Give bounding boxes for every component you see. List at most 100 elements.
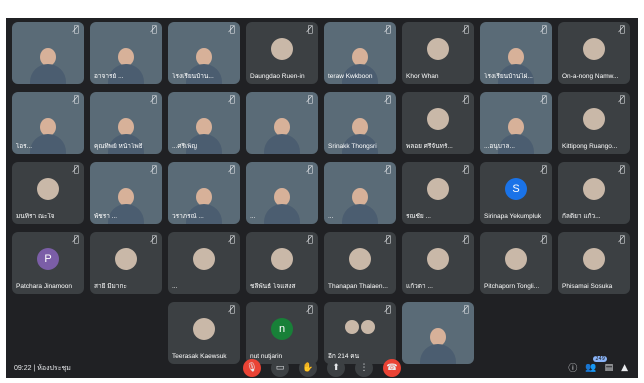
participant-tile[interactable]: 🎙̸ teraw Kwkboon	[324, 22, 396, 84]
mic-off-icon: 🎙̸	[385, 235, 391, 245]
people-icon[interactable]: 👥 249	[585, 355, 607, 373]
mic-off-icon: 🎙̸	[385, 165, 391, 175]
participant-name: Pitchaporn Tongli...	[484, 283, 540, 290]
mic-off-icon: 🎙̸	[307, 25, 313, 35]
participant-name: ...	[172, 283, 178, 290]
avatar	[583, 108, 605, 131]
end-call-icon[interactable]: ☎	[383, 359, 401, 377]
participant-tile[interactable]: 🎙̸ Teerasak Kaewsuk	[168, 302, 240, 364]
participant-name: ไอร...	[16, 143, 33, 150]
participant-tile[interactable]: 🎙̸ โรงเรียนบ้านไผ่...	[480, 22, 552, 84]
participant-tile[interactable]: 🎙̸ อาจารย์ ...	[90, 22, 162, 84]
mic-off-icon: 🎙̸	[307, 165, 313, 175]
mic-off-icon: 🎙̸	[619, 95, 625, 105]
participant-name: ชลีพันธ์ โจแสงส	[250, 283, 296, 290]
participant-tile[interactable]: 🎙̸ ชลีพันธ์ โจแสงส	[246, 232, 318, 294]
participant-tile[interactable]: 🎙̸ Srinakk Thongsri	[324, 92, 396, 154]
mic-off-icon: 🎙̸	[385, 95, 391, 105]
participant-tile[interactable]: 🎙̸	[402, 302, 474, 364]
mic-off-icon: 🎙̸	[619, 25, 625, 35]
participant-tile[interactable]: 🎙̸ Thanapan Thalaen...	[324, 232, 396, 294]
meeting-info: 09:22 | ห้องประชุม	[14, 365, 71, 372]
mic-off-icon: 🎙̸	[229, 305, 235, 315]
mic-off-icon: 🎙̸	[229, 165, 235, 175]
participant-name: รณชัย ...	[406, 213, 431, 220]
participant-name: Sirinapa Yekumpluk	[484, 213, 542, 220]
control-bar: 🎙 ▭ ✋ ⬆ ⋮ ☎	[6, 358, 638, 378]
participant-name: โรงเรียนบ้านไผ่...	[484, 73, 533, 80]
participant-name: ...อนุบาล...	[484, 143, 515, 150]
side-controls: ⓘ 👥 249 ▤ ▲	[568, 355, 628, 374]
participant-tile[interactable]: 🎙̸ Phisamai Sosuka	[558, 232, 630, 294]
mic-off-icon: 🎙̸	[151, 25, 157, 35]
avatar	[271, 38, 293, 61]
participant-tile[interactable]: 🎙̸ Daungdao Ruen-in	[246, 22, 318, 84]
participant-name: สายี มีมากะ	[94, 283, 127, 290]
participant-tile[interactable]: 🎙̸ สายี มีมากะ	[90, 232, 162, 294]
participant-tile[interactable]: 🎙̸ Kittipong Ruango...	[558, 92, 630, 154]
participant-tile[interactable]: 🎙̸ อีก 214 คน	[324, 302, 396, 364]
participant-tile[interactable]: 🎙̸ แก้วตา ...	[402, 232, 474, 294]
activities-icon[interactable]: ▲	[621, 363, 628, 373]
info-icon[interactable]: ⓘ	[568, 361, 577, 374]
participant-tile[interactable]: 🎙̸ คุณทิพย์ หน้าโพธิ์	[90, 92, 162, 154]
participant-name: teraw Kwkboon	[328, 73, 373, 80]
present-icon[interactable]: ⬆	[327, 359, 345, 377]
participant-tile[interactable]: 🎙̸ n nut nutjarin	[246, 302, 318, 364]
participant-tile[interactable]: 🎙̸...	[246, 162, 318, 224]
participant-tile[interactable]: 🎙̸ โรงเรียนบ้าน...	[168, 22, 240, 84]
mic-off-icon: 🎙̸	[619, 235, 625, 245]
participant-name: Kittipong Ruango...	[562, 143, 618, 150]
participant-tile[interactable]: 🎙̸ On-a-nong Namw...	[558, 22, 630, 84]
chat-icon[interactable]: ▤	[605, 363, 614, 373]
participant-name: วราภรณ์ ...	[172, 213, 204, 220]
avatar	[505, 248, 527, 271]
mic-off-icon: 🎙̸	[463, 305, 469, 315]
meeting-grid: 🎙̸ 🎙̸ อาจารย์ ... 🎙̸ โรงเรียนบ้าน... 🎙̸ Daungd…	[6, 18, 638, 378]
participant-tile[interactable]: 🎙̸	[12, 22, 84, 84]
mic-off-icon: 🎙̸	[463, 235, 469, 245]
mic-icon[interactable]: 🎙	[243, 359, 261, 377]
avatar-group	[345, 319, 375, 334]
participant-tile[interactable]: 🎙̸ วราภรณ์ ...	[168, 162, 240, 224]
mic-off-icon: 🎙̸	[229, 95, 235, 105]
participant-tile[interactable]: 🎙̸ Khor Whan	[402, 22, 474, 84]
participant-tile[interactable]: 🎙̸...	[168, 232, 240, 294]
more-icon[interactable]: ⋮	[355, 359, 373, 377]
participant-name: พัชรา ...	[94, 213, 118, 220]
video-feed	[30, 48, 66, 84]
camera-icon[interactable]: ▭	[271, 359, 289, 377]
participant-name: Thanapan Thalaen...	[328, 283, 388, 290]
clock: 09:22	[14, 365, 32, 372]
participant-tile[interactable]: 🎙̸ S Sirinapa Yekumpluk	[480, 162, 552, 224]
mic-off-icon: 🎙̸	[229, 25, 235, 35]
participant-name: Daungdao Ruen-in	[250, 73, 305, 80]
mic-off-icon: 🎙̸	[73, 95, 79, 105]
mic-off-icon: 🎙̸	[307, 305, 313, 315]
participant-tile[interactable]: 🎙̸ ไอร...	[12, 92, 84, 154]
participant-name: Phisamai Sosuka	[562, 283, 613, 290]
participant-tile[interactable]: 🎙̸ Pitchaporn Tongli...	[480, 232, 552, 294]
mic-off-icon: 🎙̸	[541, 95, 547, 105]
participant-name: อาจารย์ ...	[94, 73, 124, 80]
participant-tile[interactable]: 🎙̸ กัลติยา แก้ว...	[558, 162, 630, 224]
participant-tile[interactable]: 🎙̸	[246, 92, 318, 154]
mic-off-icon: 🎙̸	[151, 235, 157, 245]
avatar	[427, 108, 449, 131]
participant-tile[interactable]: 🎙̸ พัชรา ...	[90, 162, 162, 224]
meeting-title: ห้องประชุม	[37, 365, 71, 372]
raise-hand-icon[interactable]: ✋	[299, 359, 317, 377]
avatar	[349, 248, 371, 271]
participant-name: กัลติยา แก้ว...	[562, 213, 601, 220]
participant-tile[interactable]: 🎙̸...	[324, 162, 396, 224]
participant-tile[interactable]: 🎙̸ ...อนุบาล...	[480, 92, 552, 154]
mic-off-icon: 🎙̸	[463, 95, 469, 105]
participant-tile[interactable]: 🎙̸ P Patchara Jinamoon	[12, 232, 84, 294]
participant-tile[interactable]: 🎙̸ มนทิรา ณะใจ	[12, 162, 84, 224]
mic-off-icon: 🎙̸	[385, 25, 391, 35]
mic-off-icon: 🎙̸	[307, 235, 313, 245]
participant-tile[interactable]: 🎙̸ ...ศรีเพ็ญ	[168, 92, 240, 154]
participant-tile[interactable]: 🎙̸ รณชัย ...	[402, 162, 474, 224]
participant-tile[interactable]: 🎙̸ พลอย ศรีจันทร์...	[402, 92, 474, 154]
avatar	[583, 178, 605, 201]
